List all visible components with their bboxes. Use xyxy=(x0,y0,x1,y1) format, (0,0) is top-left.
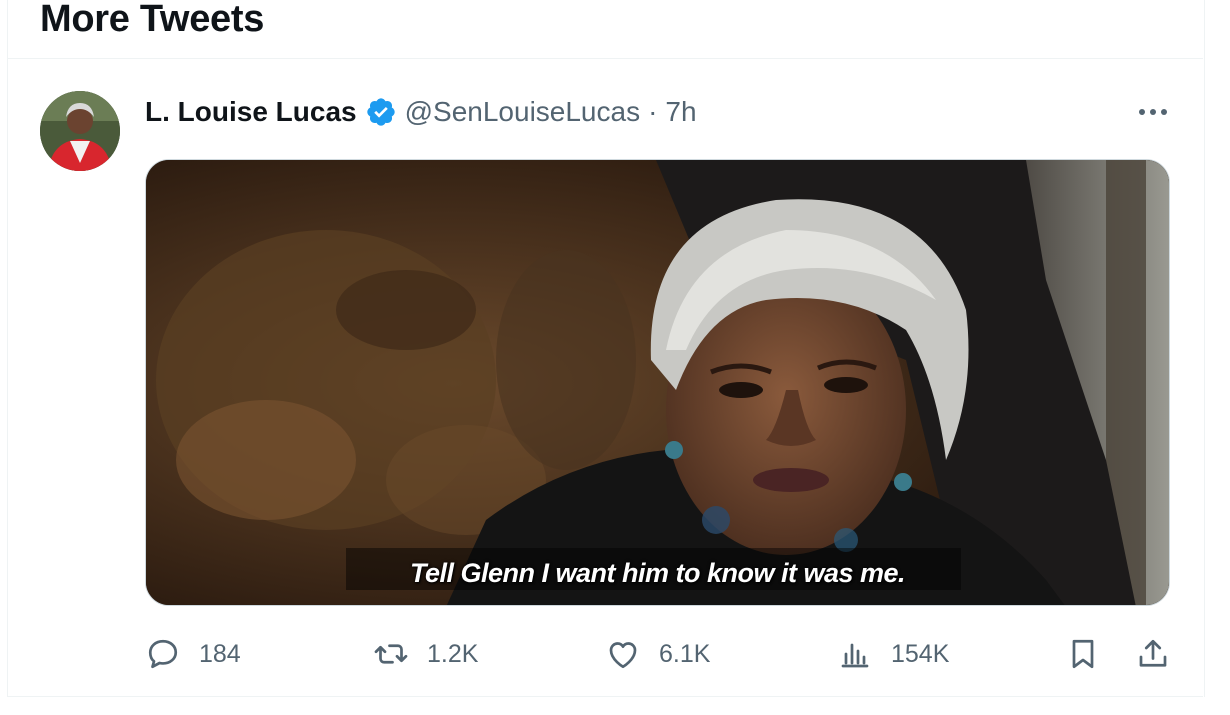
like-button[interactable]: 6.1K xyxy=(605,632,710,676)
more-options-icon xyxy=(1139,109,1167,115)
verified-badge-icon xyxy=(366,98,395,126)
share-button[interactable] xyxy=(1135,632,1171,676)
author-handle[interactable]: @SenLouiseLucas xyxy=(405,96,640,128)
heart-icon xyxy=(609,642,637,669)
divider xyxy=(7,58,1203,59)
views-chart-icon xyxy=(841,643,869,668)
more-options-button[interactable] xyxy=(1133,96,1173,128)
reply-button[interactable]: 184 xyxy=(145,632,241,676)
retweet-button[interactable]: 1.2K xyxy=(373,632,478,676)
media-image xyxy=(146,160,1169,605)
like-count: 6.1K xyxy=(659,639,711,668)
divider xyxy=(7,696,1203,697)
views-count: 154K xyxy=(891,639,950,668)
bookmark-icon xyxy=(1072,639,1094,669)
tweet-header: L. Louise Lucas @SenLouiseLucas · 7h xyxy=(145,92,697,132)
tweet-media[interactable]: Tell Glenn I want him to know it was me. xyxy=(145,159,1170,606)
tweet-timestamp[interactable]: 7h xyxy=(665,96,696,128)
section-title: More Tweets xyxy=(40,0,265,40)
reply-icon xyxy=(148,639,178,669)
bookmark-button[interactable] xyxy=(1065,632,1101,676)
tweet-actions: 184 1.2K 6.1K 154K xyxy=(145,632,1175,676)
views-button[interactable]: 154K xyxy=(837,632,949,676)
media-caption: Tell Glenn I want him to know it was me. xyxy=(409,558,906,588)
retweet-icon xyxy=(374,644,408,664)
author-avatar[interactable] xyxy=(40,91,120,171)
header-separator: · xyxy=(648,96,658,127)
retweet-count: 1.2K xyxy=(427,639,479,668)
reply-count: 184 xyxy=(199,639,241,668)
share-icon xyxy=(1139,639,1167,667)
author-name[interactable]: L. Louise Lucas xyxy=(145,96,357,128)
